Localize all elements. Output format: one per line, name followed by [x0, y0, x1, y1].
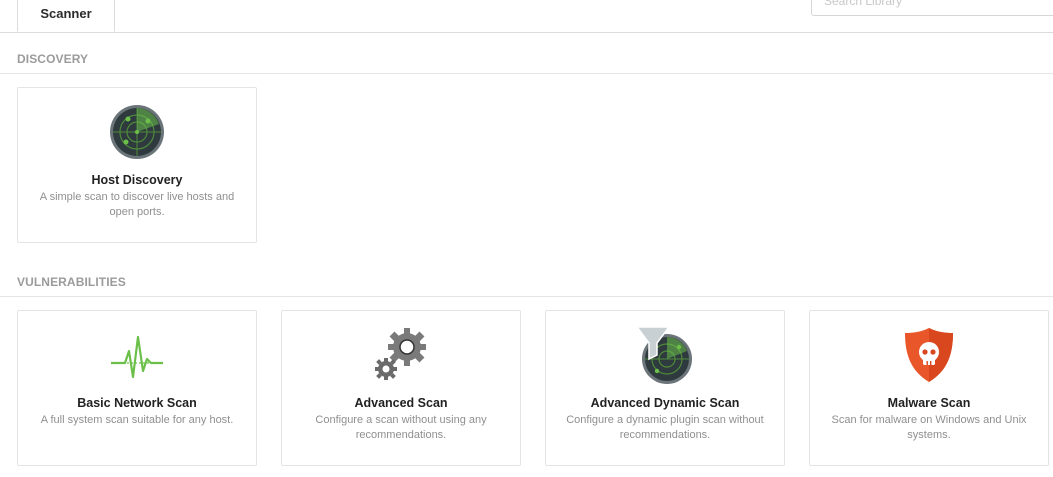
card-title: Advanced Scan	[354, 396, 448, 410]
pulse-icon	[107, 325, 167, 385]
card-title: Basic Network Scan	[77, 396, 197, 410]
skull-shield-icon	[899, 325, 959, 385]
card-title: Advanced Dynamic Scan	[590, 396, 740, 410]
gears-icon	[371, 325, 431, 385]
card-description: A full system scan suitable for any host…	[40, 414, 234, 426]
section-title-vulnerabilities: VULNERABILITIES	[17, 275, 126, 289]
search-library-input[interactable]	[811, 0, 1053, 16]
card-description: A simple scan to discover live hosts and…	[39, 191, 235, 218]
scan-card-advanced-dynamic-scan[interactable]: Advanced Dynamic Scan Configure a dynami…	[545, 310, 785, 466]
section-divider	[0, 73, 1053, 74]
scan-card-malware-scan[interactable]: Malware Scan Scan for malware on Windows…	[809, 310, 1049, 466]
card-description: Configure a dynamic plugin scan without …	[566, 414, 764, 441]
scan-card-host-discovery[interactable]: Host Discovery A simple scan to discover…	[17, 87, 257, 243]
card-title: Host Discovery	[91, 173, 183, 187]
scan-card-advanced-scan[interactable]: Advanced Scan Configure a scan without u…	[281, 310, 521, 466]
funnel-radar-icon	[635, 325, 695, 385]
card-title: Malware Scan	[887, 396, 971, 410]
section-title-discovery: DISCOVERY	[17, 52, 89, 66]
tab-scanner[interactable]: Scanner	[17, 0, 115, 32]
scan-library-page: Scanner DISCOVERY Host Discovery A simpl…	[0, 0, 1053, 477]
radar-icon	[107, 102, 167, 162]
card-description: Configure a scan without using any recom…	[315, 414, 487, 441]
section-divider	[0, 296, 1053, 297]
scan-card-basic-network-scan[interactable]: Basic Network Scan A full system scan su…	[17, 310, 257, 466]
card-description: Scan for malware on Windows and Unix sys…	[831, 414, 1027, 441]
